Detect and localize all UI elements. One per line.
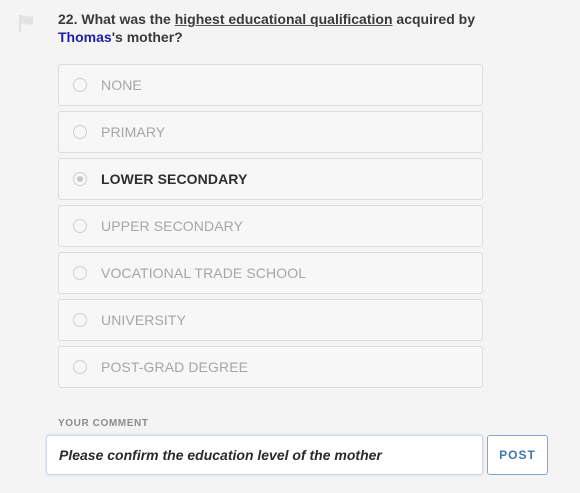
- radio-button[interactable]: [73, 125, 87, 139]
- radio-button[interactable]: [73, 78, 87, 92]
- question-text: 22. What was the highest educational qua…: [58, 10, 478, 46]
- option-university[interactable]: UNIVERSITY: [58, 299, 483, 341]
- answer-options: NONE PRIMARY LOWER SECONDARY UPPER SECON…: [58, 64, 483, 393]
- option-primary[interactable]: PRIMARY: [58, 111, 483, 153]
- option-label: VOCATIONAL TRADE SCHOOL: [101, 265, 307, 281]
- comment-text: Please confirm the education level of th…: [59, 447, 382, 463]
- radio-button-selected[interactable]: [73, 172, 87, 186]
- question-suffix: 's mother?: [111, 29, 183, 45]
- option-vocational-trade-school[interactable]: VOCATIONAL TRADE SCHOOL: [58, 252, 483, 294]
- comment-label: YOUR COMMENT: [58, 418, 149, 429]
- option-lower-secondary[interactable]: LOWER SECONDARY: [58, 158, 483, 200]
- option-label: LOWER SECONDARY: [101, 171, 248, 187]
- option-upper-secondary[interactable]: UPPER SECONDARY: [58, 205, 483, 247]
- question-prefix: 22. What was the: [58, 11, 175, 27]
- radio-button[interactable]: [73, 266, 87, 280]
- option-post-grad-degree[interactable]: POST-GRAD DEGREE: [58, 346, 483, 388]
- option-label: PRIMARY: [101, 124, 166, 140]
- option-label: UNIVERSITY: [101, 312, 187, 328]
- option-none[interactable]: NONE: [58, 64, 483, 106]
- radio-button[interactable]: [73, 313, 87, 327]
- question-mid: acquired by: [392, 11, 475, 27]
- question-underlined-phrase: highest educational qualification: [174, 11, 393, 27]
- post-button[interactable]: POST: [487, 435, 548, 475]
- flag-icon[interactable]: [18, 13, 36, 33]
- radio-button[interactable]: [73, 219, 87, 233]
- option-label: UPPER SECONDARY: [101, 218, 244, 234]
- person-name: Thomas: [58, 29, 112, 45]
- comment-input[interactable]: Please confirm the education level of th…: [46, 435, 483, 475]
- radio-button[interactable]: [73, 360, 87, 374]
- option-label: POST-GRAD DEGREE: [101, 359, 249, 375]
- option-label: NONE: [101, 77, 142, 93]
